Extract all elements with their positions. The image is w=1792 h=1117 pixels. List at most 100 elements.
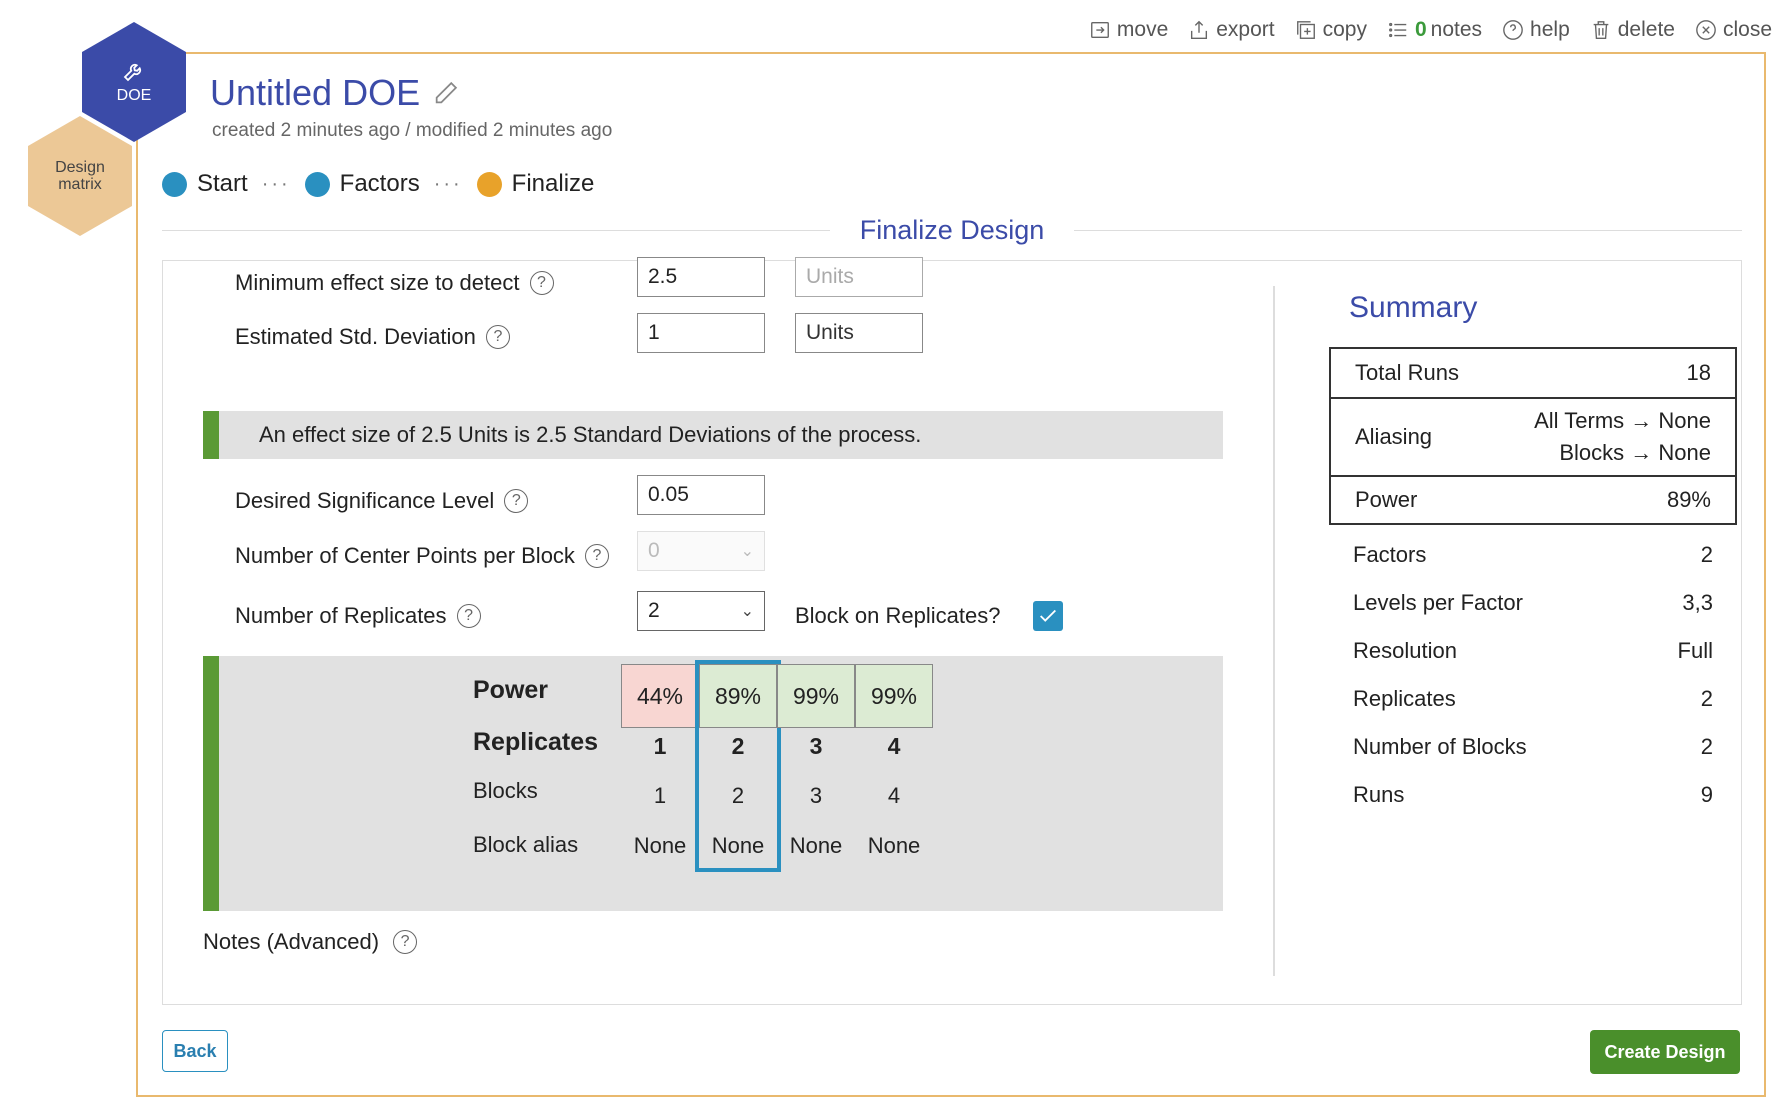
step-separator: ··· [433, 172, 463, 195]
step-dot [162, 171, 187, 197]
item-label: Levels per Factor [1353, 590, 1523, 615]
help-icon[interactable]: ? [456, 604, 481, 628]
summary-item: Replicates 2 [1353, 675, 1713, 723]
alias-cell[interactable]: None [855, 814, 933, 878]
section-title: Finalize Design [859, 214, 1045, 245]
list-icon [1389, 22, 1407, 38]
page-title: Untitled DOE [210, 72, 460, 114]
close-button[interactable]: close [1695, 18, 1772, 42]
center-points-value: 0 [648, 539, 660, 562]
move-label: move [1116, 18, 1169, 41]
divider [162, 229, 830, 231]
block-on-replicates-label: Block on Replicates? [795, 603, 1001, 628]
item-value: 9 [1700, 782, 1713, 807]
replicates-label: Number of Replicates [235, 603, 447, 628]
min-effect-units-input[interactable]: Units [795, 257, 923, 297]
step-factors[interactable]: Factors [304, 170, 420, 198]
chevron-down-icon: ⌄ [740, 543, 754, 560]
item-label: Resolution [1353, 638, 1457, 663]
pencil-icon[interactable] [432, 79, 460, 107]
move-icon [1090, 21, 1109, 39]
notes-advanced[interactable]: Notes (Advanced) ? [203, 929, 418, 955]
blocks-row-label: Blocks [473, 778, 538, 803]
block-alias-row-label: Block alias [473, 832, 579, 857]
help-icon [1503, 20, 1523, 40]
aliasing-line1: All Terms → None [1534, 408, 1711, 433]
power-row-label: Power [473, 676, 549, 704]
summary-item: Resolution Full [1353, 627, 1713, 675]
title-text: Untitled DOE [210, 72, 421, 113]
create-design-button[interactable]: Create Design [1590, 1030, 1740, 1074]
wrench-icon [123, 63, 142, 82]
center-points-select[interactable]: 0 ⌄ [637, 531, 765, 571]
wizard-steps: Start ··· Factors ··· Finalize [162, 170, 594, 198]
alias-cell[interactable]: None [621, 814, 699, 878]
step-label: Finalize [511, 170, 595, 197]
toolbar: move export copy 0 notes help delete clo… [1089, 18, 1772, 42]
copy-button[interactable]: copy [1295, 18, 1367, 42]
design-matrix-hexagon[interactable]: Design matrix [28, 116, 132, 236]
aliasing-row: Aliasing All Terms → None Blocks → None [1331, 397, 1735, 475]
export-icon [1191, 20, 1208, 39]
back-button[interactable]: Back [162, 1030, 228, 1072]
center-points-row: Number of Center Points per Block ? [235, 536, 609, 576]
step-start[interactable]: Start [162, 170, 248, 198]
total-runs-label: Total Runs [1355, 360, 1459, 385]
help-icon[interactable]: ? [393, 930, 418, 954]
chevron-down-icon: ⌄ [740, 603, 754, 620]
close-icon [1696, 20, 1716, 40]
total-runs-value: 18 [1686, 360, 1711, 385]
power-table: Power Replicates Blocks Block alias 44% … [203, 656, 1223, 911]
std-dev-label: Estimated Std. Deviation [235, 324, 476, 349]
move-button[interactable]: move [1089, 18, 1168, 42]
export-button[interactable]: export [1188, 18, 1275, 42]
replicates-select[interactable]: 2 ⌄ [637, 591, 765, 631]
replicates-value: 2 [648, 599, 660, 622]
help-button[interactable]: help [1502, 18, 1570, 42]
item-label: Replicates [1353, 686, 1456, 711]
center-points-label: Number of Center Points per Block [235, 543, 575, 568]
delete-button[interactable]: delete [1590, 18, 1675, 42]
notes-count: 0 [1414, 18, 1427, 41]
help-icon[interactable]: ? [529, 271, 554, 295]
replicates-row-label: Replicates [473, 728, 599, 756]
step-dot [304, 171, 330, 197]
divider [1074, 229, 1742, 231]
step-finalize[interactable]: Finalize [476, 170, 595, 198]
help-icon[interactable]: ? [584, 544, 609, 568]
std-dev-units-input[interactable]: Units [795, 313, 923, 353]
summary-title: Summary [1349, 291, 1478, 324]
item-value: 2 [1700, 686, 1713, 711]
export-label: export [1216, 18, 1275, 41]
item-value: 2 [1700, 734, 1713, 759]
alias-cell[interactable]: None [777, 814, 855, 878]
min-effect-input[interactable]: 2.5 [637, 257, 765, 297]
block-on-replicates-checkbox[interactable] [1033, 601, 1063, 631]
aliasing-line2: Blocks → None [1559, 440, 1711, 465]
notes-label: Notes (Advanced) [203, 929, 380, 954]
replicates-row: Number of Replicates ? [235, 596, 481, 636]
help-icon[interactable]: ? [504, 489, 529, 513]
section-header: Finalize Design [162, 210, 1742, 250]
selected-column-highlight [695, 660, 781, 872]
vertical-divider [1273, 286, 1275, 976]
significance-row: Desired Significance Level ? [235, 481, 529, 521]
std-dev-input[interactable]: 1 [637, 313, 765, 353]
item-label: Factors [1353, 542, 1427, 567]
aliasing-label: Aliasing [1355, 424, 1433, 449]
summary-item: Runs 9 [1353, 771, 1713, 819]
timestamps: created 2 minutes ago / modified 2 minut… [212, 120, 613, 141]
total-runs-row: Total Runs 18 [1331, 349, 1735, 397]
check-icon [1040, 609, 1056, 622]
help-icon[interactable]: ? [485, 325, 510, 349]
min-effect-label: Minimum effect size to detect [235, 270, 520, 295]
notes-button[interactable]: 0 notes [1387, 18, 1482, 42]
close-label: close [1722, 18, 1772, 41]
item-value: 2 [1700, 542, 1713, 567]
significance-input[interactable]: 0.05 [637, 475, 765, 515]
step-label: Start [197, 170, 248, 197]
effect-info-banner: An effect size of 2.5 Units is 2.5 Stand… [203, 411, 1223, 459]
power-label: Power [1355, 487, 1418, 512]
summary-box: Total Runs 18 Aliasing All Terms → None … [1329, 347, 1737, 525]
item-value: Full [1677, 638, 1713, 663]
